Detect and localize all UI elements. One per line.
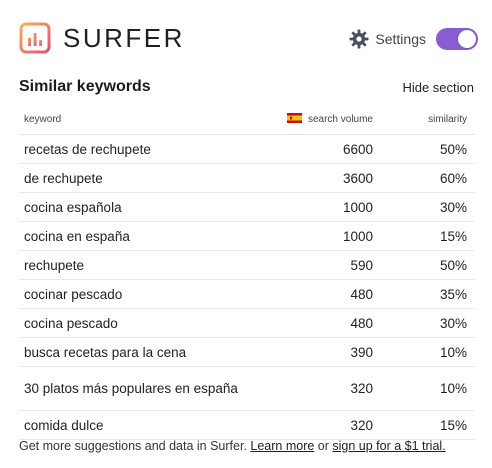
extension-header: SURFER Settings — [0, 0, 492, 80]
footer-or-text: or — [314, 439, 333, 453]
surfer-logo: SURFER — [19, 22, 185, 54]
volume-cell: 320 — [245, 366, 381, 411]
volume-cell: 1000 — [245, 192, 381, 222]
volume-cell: 480 — [245, 279, 381, 309]
settings-label[interactable]: Settings — [375, 31, 426, 47]
volume-column-label: search volume — [307, 114, 373, 125]
keyword-column-header: keyword — [19, 104, 245, 135]
surfer-logo-icon — [19, 22, 51, 54]
volume-cell: 6600 — [245, 134, 381, 164]
keyword-cell: de rechupete — [19, 163, 245, 193]
table-row: cocina española 1000 30% — [19, 192, 475, 222]
spain-flag-icon — [286, 113, 302, 123]
keyword-cell: 30 platos más populares en españa — [19, 366, 245, 411]
volume-cell: 590 — [245, 250, 381, 280]
keyword-cell: recetas de rechupete — [19, 134, 245, 164]
volume-cell: 390 — [245, 337, 381, 367]
keyword-cell: cocina española — [19, 192, 245, 222]
table-row: de rechupete 3600 60% — [19, 163, 475, 193]
similarity-cell: 30% — [381, 308, 475, 338]
table-row: recetas de rechupete 6600 50% — [19, 134, 475, 164]
section-title: Similar keywords — [19, 78, 151, 95]
similarity-cell: 50% — [381, 134, 475, 164]
table-row: comida dulce 320 15% — [19, 410, 475, 440]
similarity-cell: 15% — [381, 410, 475, 440]
table-row: busca recetas para la cena 390 10% — [19, 337, 475, 367]
similarity-cell: 50% — [381, 250, 475, 280]
similarity-cell: 30% — [381, 192, 475, 222]
table-header-row: keyword search volume similarity — [19, 104, 475, 135]
keywords-table: keyword search volume similarity recetas… — [19, 104, 475, 440]
toggle-knob — [458, 30, 476, 48]
extension-toggle[interactable] — [436, 28, 478, 50]
similarity-cell: 10% — [381, 366, 475, 411]
table-row: cocinar pescado 480 35% — [19, 279, 475, 309]
similarity-cell: 35% — [381, 279, 475, 309]
signup-trial-link[interactable]: sign up for a $1 trial. — [332, 439, 445, 453]
volume-cell: 3600 — [245, 163, 381, 193]
hide-section-link[interactable]: Hide section — [402, 80, 474, 95]
footer-text: Get more suggestions and data in Surfer. — [19, 439, 251, 453]
table-row: cocina en españa 1000 15% — [19, 221, 475, 251]
settings-control: Settings — [349, 28, 478, 50]
keyword-cell: cocina pescado — [19, 308, 245, 338]
keyword-cell: cocina en españa — [19, 221, 245, 251]
keyword-cell: cocinar pescado — [19, 279, 245, 309]
volume-cell: 480 — [245, 308, 381, 338]
keyword-cell: rechupete — [19, 250, 245, 280]
table-row: 30 platos más populares en españa 320 10% — [19, 366, 475, 411]
volume-cell: 1000 — [245, 221, 381, 251]
volume-cell: 320 — [245, 410, 381, 440]
footer-note: Get more suggestions and data in Surfer.… — [19, 439, 446, 453]
table-row: rechupete 590 50% — [19, 250, 475, 280]
volume-column-header: search volume — [245, 104, 381, 135]
similar-keywords-header: Similar keywords Hide section — [19, 78, 474, 100]
table-row: cocina pescado 480 30% — [19, 308, 475, 338]
similarity-column-header: similarity — [381, 104, 475, 135]
similarity-cell: 60% — [381, 163, 475, 193]
brand-name: SURFER — [63, 23, 185, 53]
similarity-cell: 10% — [381, 337, 475, 367]
keyword-cell: comida dulce — [19, 410, 245, 440]
learn-more-link[interactable]: Learn more — [250, 439, 314, 453]
similarity-cell: 15% — [381, 221, 475, 251]
keyword-cell: busca recetas para la cena — [19, 337, 245, 367]
gear-icon[interactable] — [349, 29, 369, 49]
